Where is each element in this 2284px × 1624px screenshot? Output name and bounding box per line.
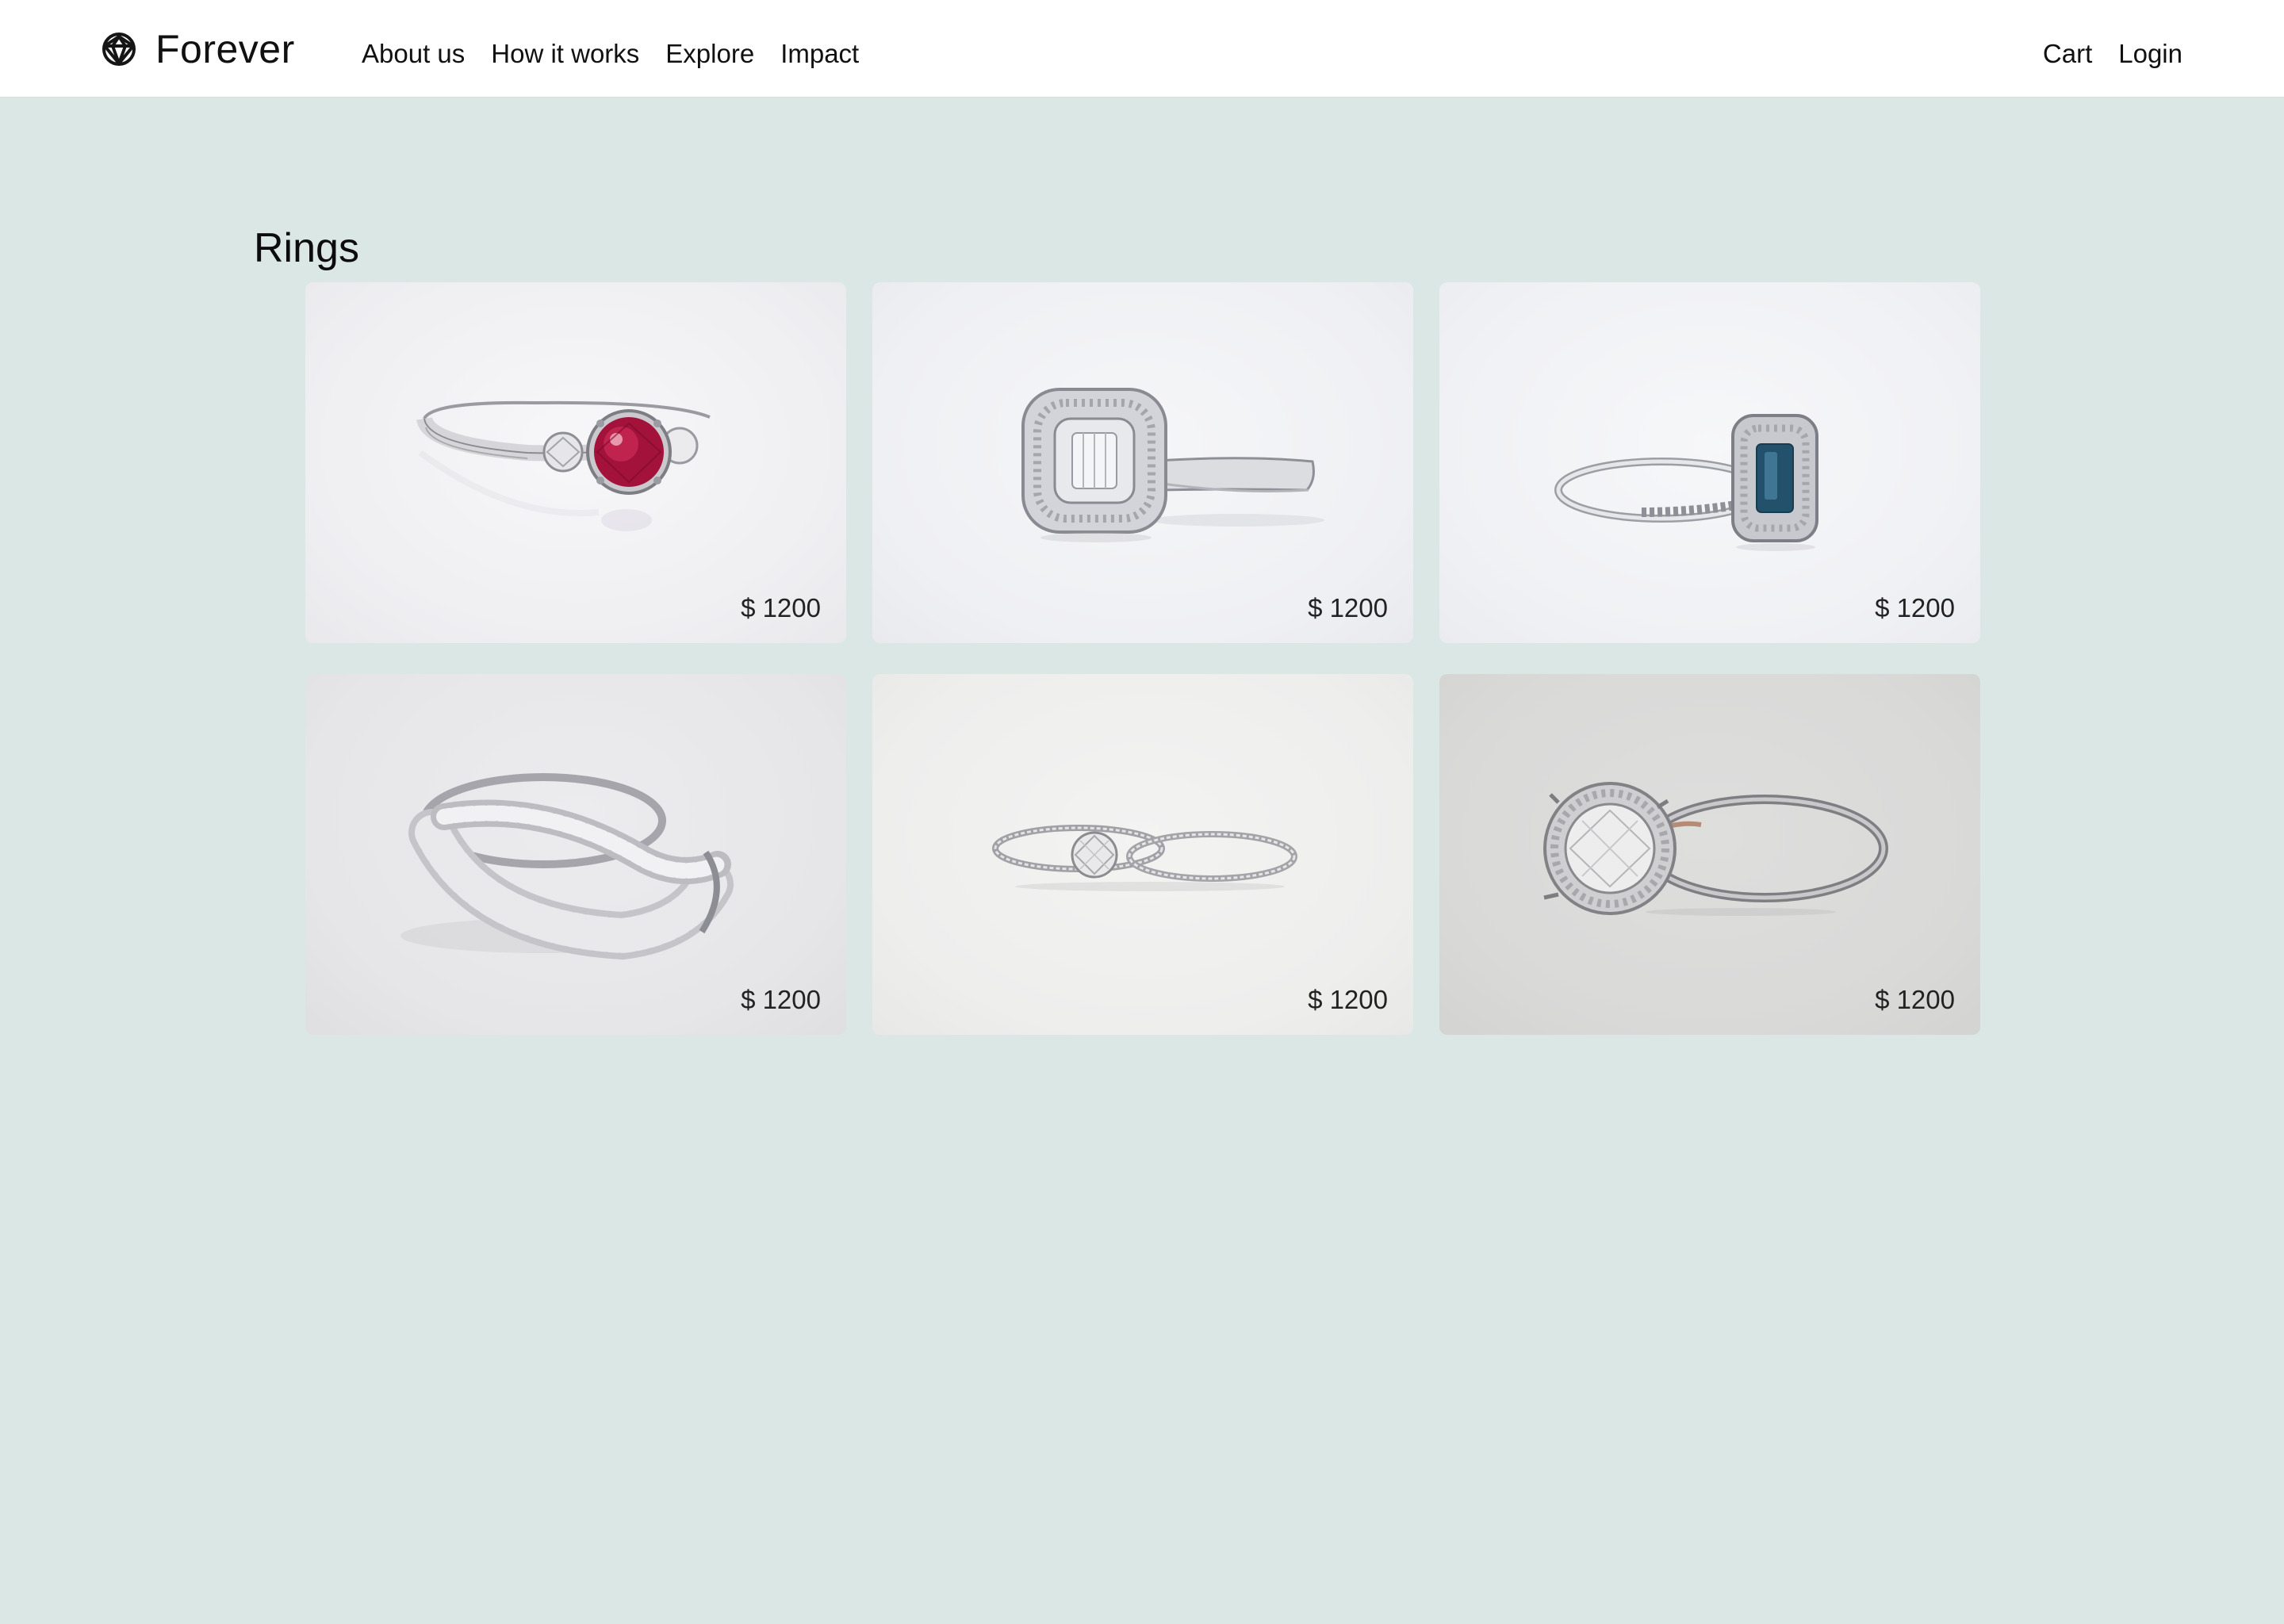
diamond-icon	[102, 33, 136, 66]
halo-ring-image	[1021, 388, 1324, 542]
brand-name: Forever	[155, 27, 295, 71]
nav-link-about-us[interactable]: About us	[362, 30, 465, 78]
product-price: $ 1200	[741, 985, 821, 1014]
sapphire-ring-image	[1554, 414, 1818, 551]
product-card[interactable]: $ 1200	[872, 674, 1413, 1035]
nav-link-cart[interactable]: Cart	[2043, 30, 2092, 78]
account-nav: Cart Login	[2043, 30, 2182, 78]
product-card[interactable]: $ 1200	[1439, 282, 1980, 643]
top-navigation-bar: Forever About us How it works Explore Im…	[0, 0, 2284, 98]
section-title: Rings	[254, 225, 359, 271]
product-card[interactable]: $ 1200	[1439, 674, 1980, 1035]
nav-link-login[interactable]: Login	[2118, 30, 2182, 78]
brand-logo-link[interactable]: Forever	[100, 25, 295, 73]
ruby-ring-image	[416, 400, 711, 531]
primary-nav: About us How it works Explore Impact	[362, 30, 859, 78]
product-price: $ 1200	[741, 593, 821, 622]
nav-link-how-it-works[interactable]: How it works	[491, 30, 639, 78]
product-price: $ 1200	[1875, 985, 1955, 1014]
product-price: $ 1200	[1875, 593, 1955, 622]
nav-link-explore[interactable]: Explore	[665, 30, 754, 78]
nav-link-impact[interactable]: Impact	[780, 30, 859, 78]
product-grid: $ 1200 $ 1200 $ 1200 $ 1200 $ 1200 $ 120…	[305, 282, 1980, 1035]
product-price: $ 1200	[1308, 985, 1388, 1014]
product-card[interactable]: $ 1200	[305, 674, 846, 1035]
product-card[interactable]: $ 1200	[872, 282, 1413, 643]
round-halo-ring-image	[1543, 782, 1888, 916]
bridal-set-image	[992, 825, 1297, 891]
product-card[interactable]: $ 1200	[305, 282, 846, 643]
crossover-ring-image	[400, 773, 734, 960]
product-price: $ 1200	[1308, 593, 1388, 622]
